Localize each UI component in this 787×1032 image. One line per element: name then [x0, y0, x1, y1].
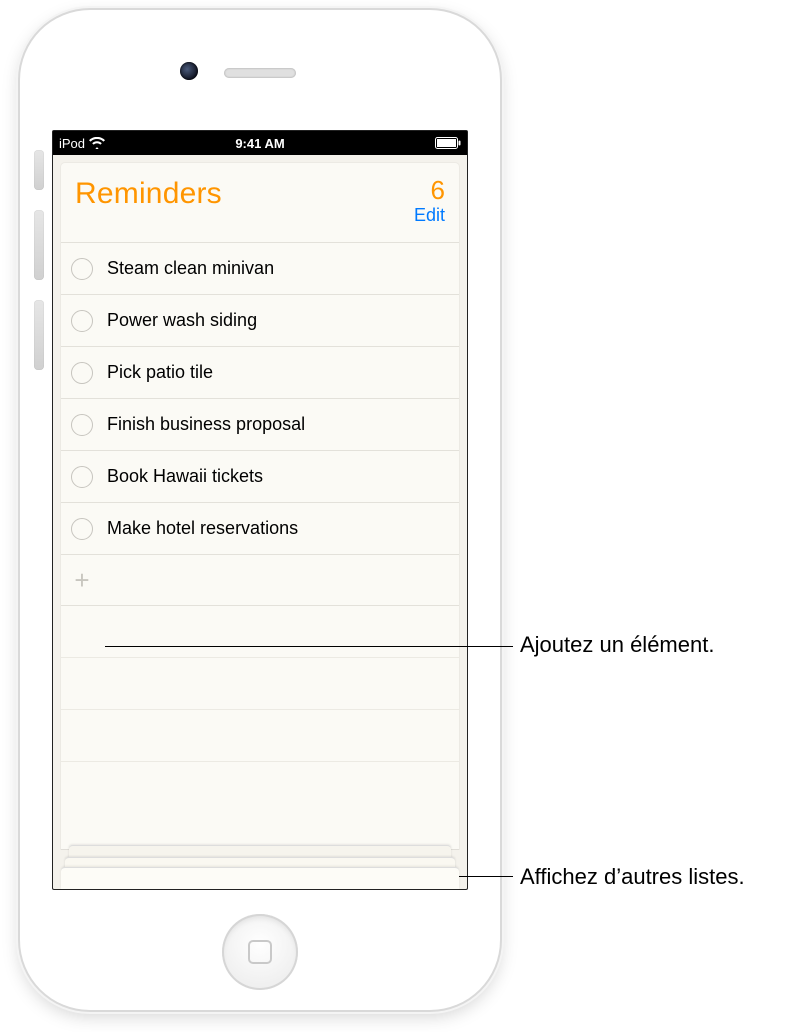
reminder-text[interactable]: Steam clean minivan	[107, 258, 274, 279]
ruled-line	[61, 710, 459, 762]
reminder-row[interactable]: Power wash siding	[61, 294, 459, 346]
reminder-row[interactable]: Book Hawaii tickets	[61, 450, 459, 502]
ruled-line	[61, 658, 459, 710]
callout-add-item: Ajoutez un élément.	[520, 632, 714, 658]
front-camera	[180, 62, 198, 80]
reminder-row[interactable]: Steam clean minivan	[61, 242, 459, 294]
reminder-row[interactable]: Make hotel reservations	[61, 502, 459, 554]
add-reminder-button[interactable]: +	[61, 554, 459, 606]
complete-toggle[interactable]	[71, 310, 93, 332]
home-icon	[248, 940, 272, 964]
other-lists-stack[interactable]	[53, 845, 467, 889]
callout-other-lists: Affichez d’autres listes.	[520, 862, 760, 892]
reminder-text[interactable]: Power wash siding	[107, 310, 257, 331]
complete-toggle[interactable]	[71, 466, 93, 488]
reminders-sheet: Reminders 6 Edit Steam clean minivan Pow…	[61, 163, 459, 849]
reminder-row[interactable]: Finish business proposal	[61, 398, 459, 450]
reminder-text[interactable]: Book Hawaii tickets	[107, 466, 263, 487]
reminder-text[interactable]: Make hotel reservations	[107, 518, 298, 539]
callout-leader-line	[105, 646, 513, 647]
list-title: Reminders	[75, 177, 222, 211]
reminder-list: Steam clean minivan Power wash siding Pi…	[61, 242, 459, 762]
list-header: Reminders 6 Edit	[61, 163, 459, 226]
plus-icon: +	[71, 567, 93, 593]
clock: 9:41 AM	[53, 136, 467, 151]
reminder-text[interactable]: Pick patio tile	[107, 362, 213, 383]
mute-switch	[34, 150, 44, 190]
complete-toggle[interactable]	[71, 258, 93, 280]
item-count: 6	[414, 177, 445, 203]
edit-button[interactable]: Edit	[414, 205, 445, 226]
app-content: Reminders 6 Edit Steam clean minivan Pow…	[53, 155, 467, 889]
reminder-text[interactable]: Finish business proposal	[107, 414, 305, 435]
ruled-line	[61, 606, 459, 658]
volume-down-button	[34, 300, 44, 370]
reminder-row[interactable]: Pick patio tile	[61, 346, 459, 398]
complete-toggle[interactable]	[71, 414, 93, 436]
speaker-grille	[224, 68, 296, 78]
complete-toggle[interactable]	[71, 362, 93, 384]
screen: iPod 9:41 AM Reminders 6 Edit	[52, 130, 468, 890]
status-bar: iPod 9:41 AM	[53, 131, 467, 155]
device-frame: iPod 9:41 AM Reminders 6 Edit	[20, 10, 500, 1010]
stacked-sheet	[61, 867, 459, 889]
home-button[interactable]	[222, 914, 298, 990]
complete-toggle[interactable]	[71, 518, 93, 540]
volume-up-button	[34, 210, 44, 280]
